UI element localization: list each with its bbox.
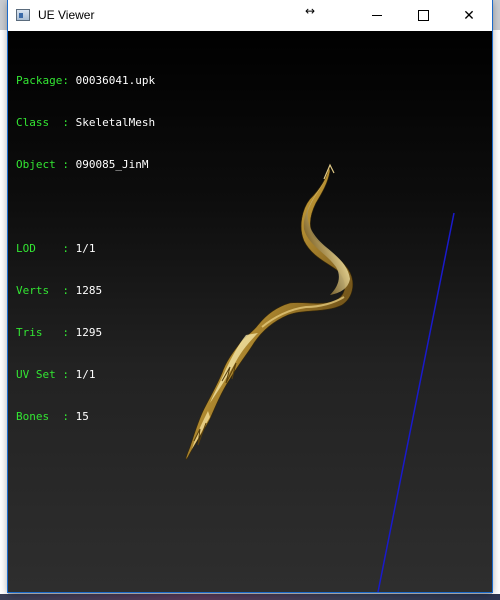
close-icon: ✕ [463,7,475,24]
info-row-uvset: UV Set : 1/1 [16,368,96,381]
info-row-package: Package: 00036041.upk [16,74,156,87]
uvset-value: 1/1 [75,368,96,381]
verts-value: 1285 [75,284,103,297]
info-spacer [16,200,155,214]
info-row-class: Class : SkeletalMesh [16,116,156,129]
bones-value: 15 [75,410,89,423]
info-row-object: Object : 090085_JinM [16,158,149,171]
3d-viewport[interactable]: Package: 00036041.upk Class : SkeletalMe… [8,31,492,592]
info-row-verts: Verts : 1285 [16,284,103,297]
lod-value: 1/1 [75,242,96,255]
resize-cursor-icon: ↔ [305,4,316,18]
maximize-icon [417,10,429,21]
tris-value: 1295 [75,326,103,339]
minimize-icon [372,15,382,16]
axis-line [377,212,455,592]
ue-viewer-window: UE Viewer ↔ ✕ Package: 00036041.upk Clas… [8,0,492,592]
info-row-lod: LOD : 1/1 [16,242,96,255]
app-icon[interactable] [16,9,30,21]
info-row-tris: Tris : 1295 [16,326,103,339]
package-value: 00036041.upk [75,74,156,87]
taskbar-edge [0,594,500,600]
skeletal-mesh [185,163,354,460]
object-value: 090085_JinM [75,158,149,171]
info-row-bones: Bones : 15 [16,410,89,423]
mesh-info-panel: Package: 00036041.upk Class : SkeletalMe… [16,46,155,452]
window-title: UE Viewer [38,8,95,22]
minimize-button[interactable] [354,0,400,31]
background-window-left-edge [0,30,8,600]
class-value: SkeletalMesh [75,116,156,129]
background-window-right-edge [492,30,500,600]
maximize-button[interactable] [400,0,446,31]
close-button[interactable]: ✕ [446,0,492,31]
title-bar[interactable]: UE Viewer ↔ ✕ [8,0,492,31]
